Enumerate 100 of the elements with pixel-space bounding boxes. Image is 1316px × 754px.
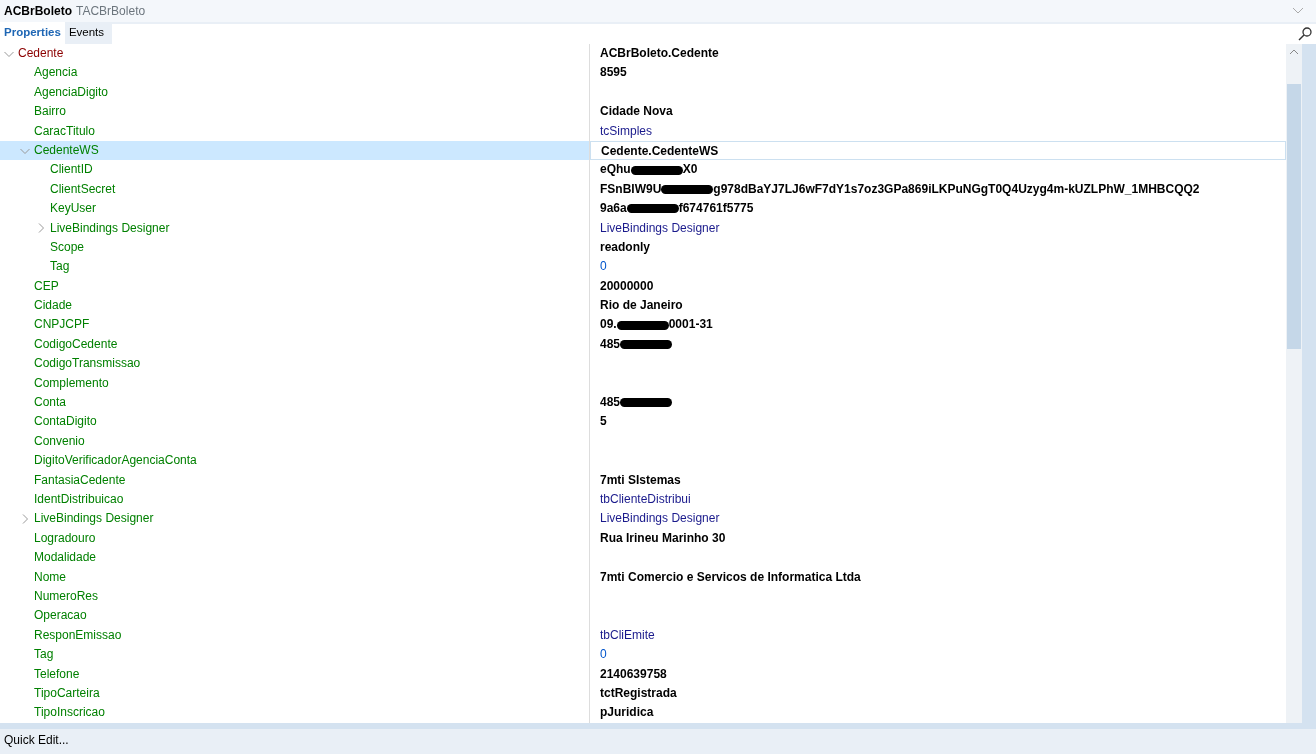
- property-row[interactable]: NumeroRes: [0, 586, 590, 607]
- property-name: Cidade: [34, 297, 73, 315]
- property-name: Operacao: [34, 607, 87, 625]
- property-row[interactable]: ClientSecret: [0, 179, 590, 200]
- scrollbar[interactable]: [1286, 44, 1302, 723]
- property-value: 09.: [600, 317, 617, 332]
- property-row[interactable]: CaracTitulo: [0, 121, 590, 141]
- property-value: 7mti SIstemas: [600, 472, 681, 487]
- property-value: 9a6a: [600, 201, 627, 216]
- property-row[interactable]: Conta: [0, 393, 590, 413]
- search-field[interactable]: [112, 24, 1316, 44]
- property-row[interactable]: Logradouro: [0, 528, 590, 549]
- property-value: Cedente.CedenteWS: [601, 143, 719, 158]
- property-value: f674761f5775: [678, 201, 754, 216]
- property-name: NumeroRes: [34, 587, 99, 605]
- property-row[interactable]: CodigoTransmissao: [0, 354, 590, 374]
- chevron-right-icon[interactable]: [20, 514, 30, 525]
- property-name: Conta: [34, 394, 67, 412]
- property-value: 485: [600, 336, 621, 351]
- property-row[interactable]: Tag: [0, 645, 590, 665]
- property-row[interactable]: Modalidade: [0, 548, 590, 568]
- property-value: 20000000: [600, 278, 654, 293]
- property-row[interactable]: CedenteWS: [0, 140, 590, 161]
- property-row[interactable]: Bairro: [0, 102, 590, 122]
- property-row[interactable]: ResponEmissao: [0, 625, 590, 646]
- property-name: CodigoCedente: [34, 335, 118, 353]
- property-row[interactable]: Complemento: [0, 373, 590, 394]
- property-row[interactable]: TipoInscricao: [0, 703, 590, 723]
- property-row[interactable]: Telefone: [0, 664, 590, 684]
- property-row[interactable]: Cidade: [0, 296, 590, 316]
- property-row[interactable]: TipoCarteira: [0, 683, 590, 704]
- property-row[interactable]: Cedente: [0, 44, 590, 64]
- property-row[interactable]: IdentDistribuicao: [0, 490, 590, 510]
- property-name: ClientID: [50, 161, 93, 179]
- property-row[interactable]: Tag: [0, 257, 590, 277]
- property-value: ACBrBoleto.Cedente: [600, 46, 719, 60]
- property-row[interactable]: AgenciaDigito: [0, 82, 590, 103]
- property-row[interactable]: CNPJCPF: [0, 315, 590, 335]
- property-name: Logradouro: [34, 529, 96, 547]
- property-row[interactable]: KeyUser: [0, 199, 590, 219]
- property-value: eQhu: [600, 162, 631, 177]
- property-name: ContaDigito: [34, 413, 97, 431]
- property-value: readonly: [600, 239, 650, 254]
- property-name: Convenio: [34, 432, 85, 450]
- property-value: 0: [600, 647, 607, 662]
- property-value: 0001-31: [668, 317, 713, 332]
- property-name: CodigoTransmissao: [34, 355, 141, 373]
- property-row[interactable]: Nome: [0, 567, 590, 587]
- property-value: 2140639758: [600, 666, 667, 681]
- property-name: Modalidade: [34, 549, 97, 567]
- property-value: pJuridica: [600, 705, 654, 720]
- property-row[interactable]: ClientID: [0, 160, 590, 180]
- property-name: Nome: [34, 568, 66, 586]
- property-value: LiveBindings Designer: [600, 511, 720, 526]
- property-value: Cidade Nova: [600, 104, 673, 119]
- property-row[interactable]: DigitoVerificadorAgenciaConta: [0, 451, 590, 471]
- property-name: AgenciaDigito: [34, 83, 109, 101]
- property-name: TipoCarteira: [34, 684, 100, 702]
- property-name: CNPJCPF: [34, 316, 90, 334]
- property-name: DigitoVerificadorAgenciaConta: [34, 452, 197, 470]
- chevron-right-icon[interactable]: [36, 223, 46, 234]
- property-row[interactable]: ContaDigito: [0, 412, 590, 432]
- property-name: TipoInscricao: [34, 704, 105, 722]
- property-name: Complemento: [34, 374, 109, 392]
- property-row[interactable]: Convenio: [0, 431, 590, 452]
- tab[interactable]: Properties: [0, 22, 65, 44]
- property-value: tcSimples: [600, 123, 652, 138]
- property-name: Cedente: [18, 45, 64, 62]
- property-name: IdentDistribuicao: [34, 491, 124, 508]
- property-name: Agencia: [34, 64, 78, 82]
- chevron-down-icon[interactable]: [1292, 7, 1304, 15]
- property-name: KeyUser: [50, 200, 96, 218]
- property-row[interactable]: CodigoCedente: [0, 334, 590, 355]
- property-value: Rio de Janeiro: [600, 298, 683, 313]
- property-value: 8595: [600, 65, 627, 80]
- property-name: Bairro: [34, 103, 66, 121]
- property-value: tbClienteDistribui: [600, 492, 691, 506]
- property-name: CedenteWS: [34, 141, 99, 159]
- property-name: Telefone: [34, 665, 80, 683]
- property-name: LiveBindings Designer: [50, 219, 170, 237]
- quick-edit-link[interactable]: Quick Edit...: [4, 733, 69, 747]
- property-value: g978dBaYJ7LJ6wF7dY1s7oz3GPa869iLKPuNGgT0Q4Uzyg4m-kUZLPhW_1MHBCQQ2: [713, 181, 1200, 196]
- property-row[interactable]: Operacao: [0, 606, 590, 626]
- property-row[interactable]: Scope: [0, 237, 590, 258]
- property-row[interactable]: LiveBindings Designer: [0, 509, 590, 529]
- property-row[interactable]: FantasiaCedente: [0, 470, 590, 490]
- component-name: ACBrBoleto: [4, 3, 72, 20]
- property-row[interactable]: Agencia: [0, 63, 590, 83]
- property-value: 485: [600, 395, 621, 410]
- property-row[interactable]: LiveBindings Designer: [0, 218, 590, 238]
- property-value: 5: [600, 414, 607, 429]
- property-value: Rua Irineu Marinho 30: [600, 530, 726, 545]
- scrollbar-thumb[interactable]: [1287, 84, 1301, 349]
- tab[interactable]: Events: [64, 22, 109, 44]
- property-value: LiveBindings Designer: [600, 220, 720, 235]
- search-icon: [1298, 27, 1312, 41]
- property-value: FSnBIW9U: [600, 181, 662, 196]
- property-row[interactable]: CEP: [0, 276, 590, 297]
- property-name: CaracTitulo: [34, 122, 95, 140]
- property-name: ResponEmissao: [34, 626, 122, 644]
